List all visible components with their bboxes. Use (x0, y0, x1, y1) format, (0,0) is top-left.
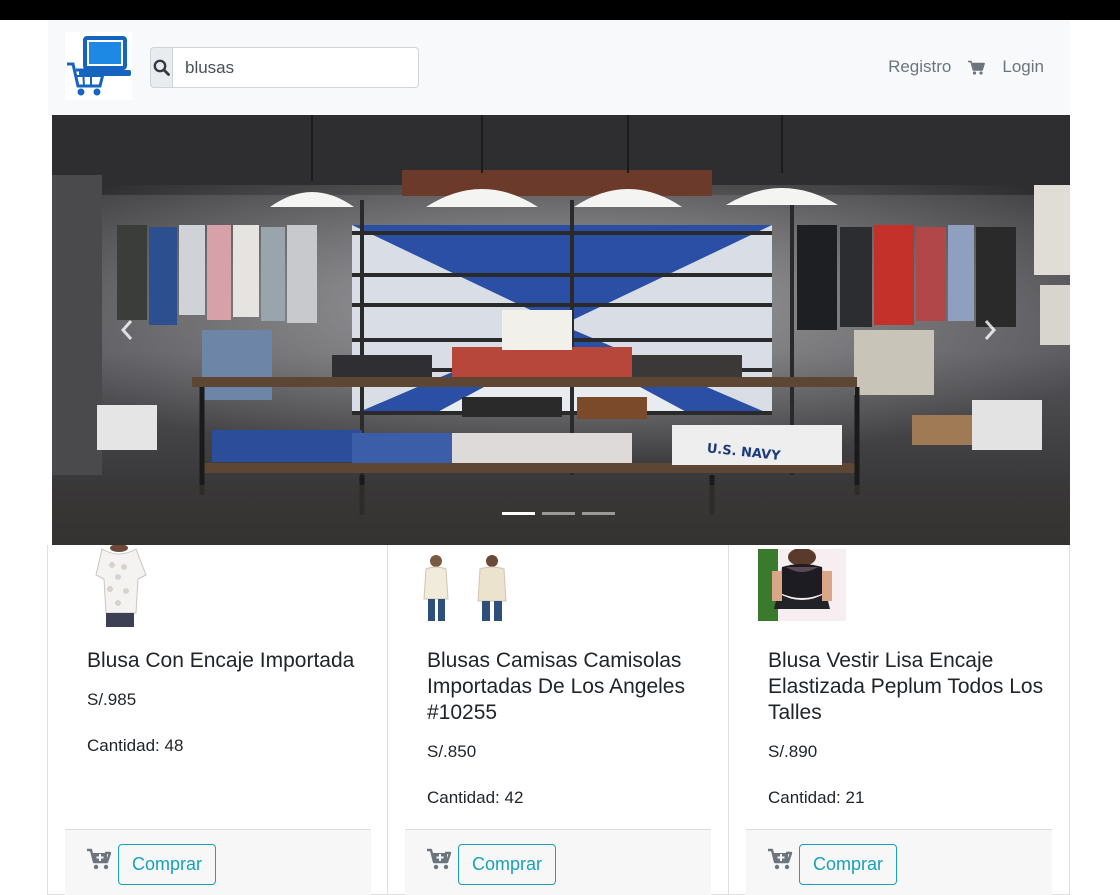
lace-blouse-image (84, 545, 154, 627)
product-card: Blusa Vestir Lisa Encaje Elastizada Pepl… (729, 545, 1070, 895)
nav-links: Registro Login (888, 57, 1044, 77)
product-price: S/.850 (427, 742, 477, 761)
hero-carousel: U.S. NAVY (52, 115, 1070, 545)
add-to-cart-icon[interactable] (87, 848, 112, 870)
add-to-cart-icon[interactable] (427, 848, 452, 870)
product-card: Blusa Con Encaje Importada S/.985 Cantid… (47, 545, 388, 895)
laptop-cart-logo-icon (67, 36, 131, 96)
product-quantity: Cantidad: 21 (768, 788, 865, 807)
top-black-bar (0, 0, 1120, 20)
card-footer: Comprar (746, 829, 1052, 895)
login-link[interactable]: Login (1002, 57, 1044, 77)
search-group (150, 47, 419, 88)
product-card: Blusas Camisas Camisolas Importadas De L… (388, 545, 729, 895)
product-grid: Blusa Con Encaje Importada S/.985 Cantid… (47, 545, 1070, 895)
carousel-next-button[interactable] (970, 310, 1010, 350)
card-footer: Comprar (405, 829, 711, 895)
camisolas-image (416, 553, 516, 623)
register-link[interactable]: Registro (888, 57, 951, 77)
peplum-blouse-image (758, 549, 846, 621)
chevron-right-icon (984, 320, 997, 340)
product-title: Blusas Camisas Camisolas Importadas De L… (427, 649, 685, 724)
carousel-indicator-1[interactable] (502, 512, 535, 515)
card-footer: Comprar (65, 829, 371, 895)
search-icon (153, 59, 170, 76)
product-price: S/.890 (768, 742, 818, 761)
product-title: Blusa Con Encaje Importada (87, 649, 355, 672)
store-logo[interactable] (65, 32, 132, 100)
clothing-store-photo: U.S. NAVY (52, 115, 1070, 545)
add-to-cart-icon[interactable] (768, 848, 793, 870)
buy-button[interactable]: Comprar (458, 844, 557, 885)
carousel-indicator-2[interactable] (542, 512, 575, 515)
buy-button[interactable]: Comprar (118, 844, 217, 885)
chevron-left-icon (120, 320, 133, 340)
navbar: Registro Login (48, 20, 1070, 115)
search-button[interactable] (150, 47, 172, 88)
product-quantity: Cantidad: 48 (87, 736, 184, 755)
carousel-indicators (502, 512, 615, 515)
carousel-indicator-3[interactable] (582, 512, 615, 515)
buy-button[interactable]: Comprar (799, 844, 898, 885)
shopping-cart-icon[interactable] (968, 60, 986, 75)
product-price: S/.985 (87, 690, 137, 709)
product-title: Blusa Vestir Lisa Encaje Elastizada Pepl… (768, 649, 1044, 724)
product-quantity: Cantidad: 42 (427, 788, 524, 807)
search-input[interactable] (172, 47, 419, 88)
carousel-prev-button[interactable] (107, 310, 147, 350)
